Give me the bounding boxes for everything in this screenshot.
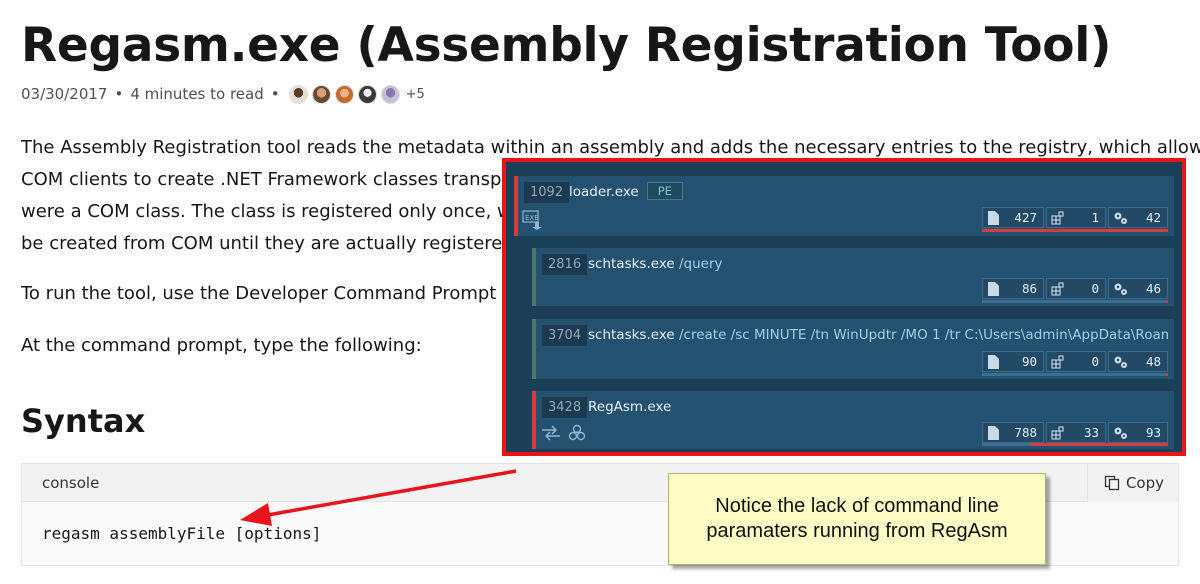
registry-stat[interactable]: 0 [1046,278,1106,299]
process-stats: 86 0 46 [980,278,1168,299]
file-icon [988,425,999,440]
page-title: Regasm.exe (Assembly Registration Tool) [21,18,1112,73]
avatar[interactable] [334,84,354,104]
process-name: loader.exe PE [569,182,683,203]
registry-icon [1051,281,1064,296]
gears-icon [1114,427,1127,439]
separator: • [114,85,124,103]
process-id: 1092 [524,182,570,203]
registry-icon [1051,354,1064,369]
process-indicators [540,424,592,442]
registry-icon [1051,210,1064,225]
activity-fill [1030,443,1168,446]
copy-button[interactable]: Copy [1086,463,1178,502]
process-args: /create /sc MINUTE /tn WinUpdtr /MO 1 /t… [679,327,1168,343]
registry-stat[interactable]: 0 [1046,351,1106,372]
exe-drop-icon: EXE [522,210,542,230]
file-stat[interactable]: 86 [982,278,1044,299]
process-name: RegAsm.exe [588,397,671,418]
file-stat[interactable]: 427 [982,207,1044,228]
file-stat[interactable]: 90 [982,351,1044,372]
gears-icon [1114,356,1127,368]
process-id: 3428 [542,397,588,418]
activity-bar [982,373,1168,376]
avatar[interactable] [311,84,331,104]
registry-icon [1051,425,1064,440]
activity-bar [982,300,1168,303]
network-stat[interactable]: 48 [1108,351,1168,372]
alert-bar [532,391,536,449]
file-icon [988,210,999,225]
process-stats: 427 1 42 [980,207,1168,228]
command-prompt-paragraph: At the command prompt, type the followin… [21,335,422,356]
callout-line: paramaters running from RegAsm [706,520,1008,542]
process-exe: schtasks.exe [588,327,675,343]
process-row-regasm[interactable]: 3428 RegAsm.exe 788 33 93 [532,391,1174,449]
network-arrows-icon [542,425,560,441]
process-id: 3704 [542,325,588,346]
process-tree-screenshot: 1092 loader.exe PE EXE 427 1 42 2816 sch… [502,158,1186,456]
process-exe: RegAsm.exe [588,399,672,415]
activity-fill [1166,373,1168,376]
gears-icon [1114,283,1127,295]
process-indicators: EXE [522,210,550,230]
status-bar [532,248,536,306]
process-args: /query [679,256,723,272]
publish-date: 03/30/2017 [21,85,108,103]
avatar[interactable] [357,84,377,104]
copy-label: Copy [1125,473,1164,492]
annotation-callout: Notice the lack of command line paramate… [668,473,1046,565]
process-name: schtasks.exe /create /sc MINUTE /tn WinU… [588,325,1168,346]
avatar[interactable] [380,84,400,104]
copy-icon [1104,475,1120,490]
pe-badge: PE [646,182,683,200]
file-icon [988,281,999,296]
registry-stat[interactable]: 1 [1046,207,1106,228]
activity-bar [982,443,1168,446]
avatar[interactable] [288,84,308,104]
separator: • [270,85,280,103]
process-name: schtasks.exe /query [588,254,723,275]
process-row-loader[interactable]: 1092 loader.exe PE EXE 427 1 42 [514,176,1174,236]
file-icon [988,354,999,369]
contributors-list[interactable]: +5 [288,84,425,104]
alert-bar [514,176,518,236]
status-bar [532,319,536,379]
process-stats: 90 0 48 [980,351,1168,372]
article-metadata: 03/30/2017 • 4 minutes to read • +5 [21,84,425,104]
process-exe: schtasks.exe [588,256,675,272]
more-contributors-link[interactable]: +5 [406,87,425,102]
syntax-heading: Syntax [21,402,146,440]
network-stat[interactable]: 42 [1108,207,1168,228]
activity-bar [982,229,1168,232]
code-language-label: console [42,473,100,492]
activity-fill [982,229,1168,232]
network-stat[interactable]: 93 [1108,422,1168,443]
process-exe: loader.exe [569,184,639,200]
callout-line: Notice the lack of command line [715,495,999,517]
run-tool-paragraph: To run the tool, use the Developer Comma… [21,283,520,304]
gears-icon [1114,212,1127,224]
registry-stat[interactable]: 33 [1046,422,1106,443]
file-stat[interactable]: 788 [982,422,1044,443]
biohazard-icon [568,424,586,441]
process-row-schtasks-query[interactable]: 2816 schtasks.exe /query 86 0 46 [532,248,1174,306]
process-id: 2816 [542,254,588,275]
network-stat[interactable]: 46 [1108,278,1168,299]
process-row-schtasks-create[interactable]: 3704 schtasks.exe /create /sc MINUTE /tn… [532,319,1174,379]
process-stats: 788 33 93 [980,422,1168,443]
activity-fill [1166,300,1168,303]
read-time: 4 minutes to read [130,85,264,103]
svg-text:EXE: EXE [525,214,539,222]
